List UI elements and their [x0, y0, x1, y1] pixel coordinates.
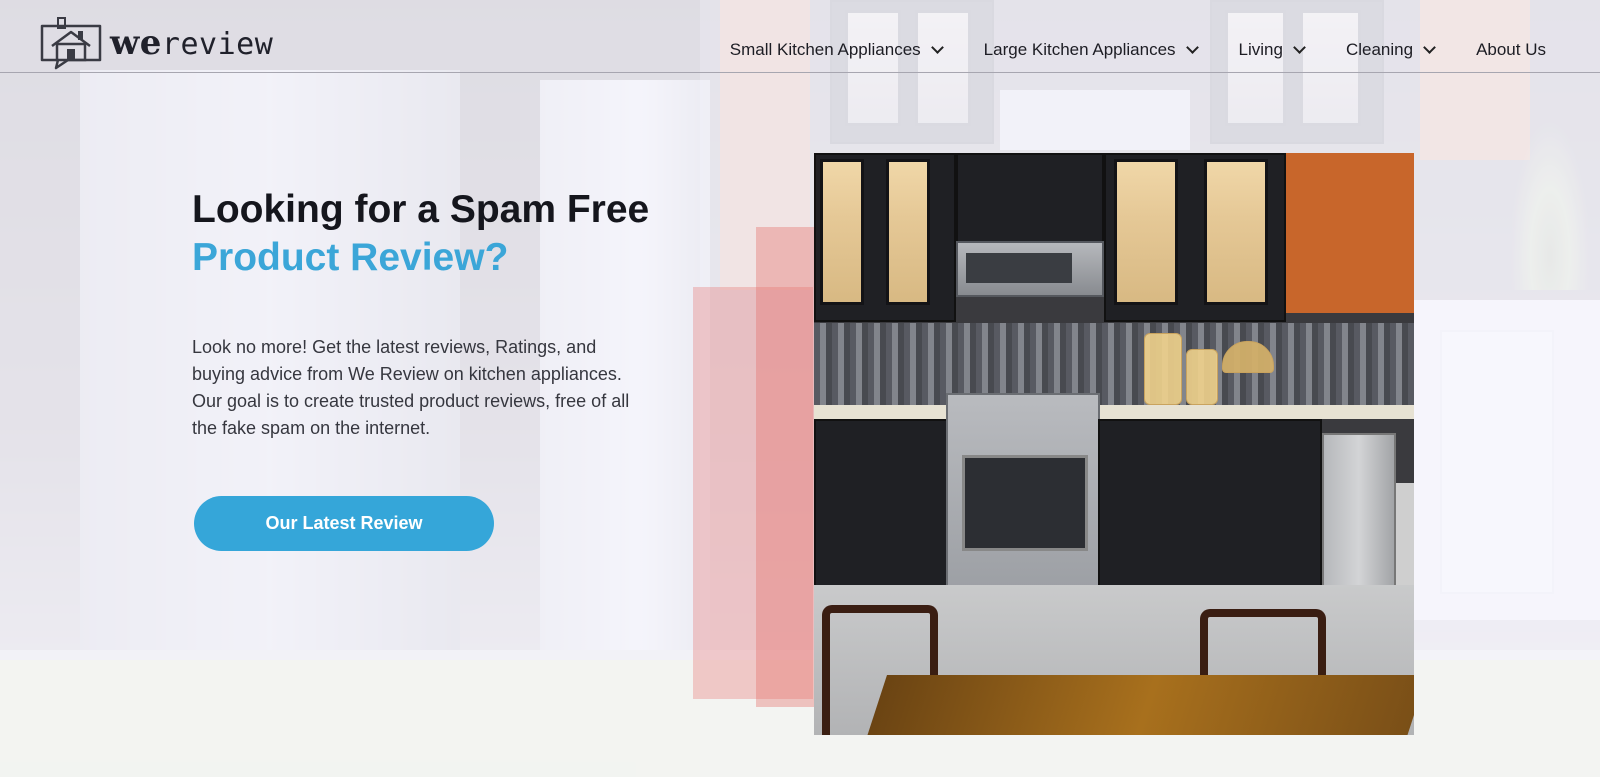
nav-item-label: Large Kitchen Appliances [983, 40, 1176, 59]
chevron-down-icon [1293, 41, 1306, 54]
accent-panel [756, 227, 816, 707]
chevron-down-icon [1185, 41, 1199, 54]
brand-name-rest: review [161, 27, 274, 62]
nav-item-cleaning[interactable]: Cleaning [1345, 40, 1436, 60]
hero-title-line1: Looking for a Spam Free [192, 188, 650, 231]
brand-name: wereview [110, 23, 273, 63]
brand-name-bold: we [110, 23, 162, 63]
nav-item-label: Cleaning [1345, 40, 1414, 59]
hero-title: Looking for a Spam Free Product Review? [192, 186, 649, 282]
chevron-down-icon [1423, 41, 1436, 54]
nav-item-small-kitchen-appliances[interactable]: Small Kitchen Appliances [729, 40, 944, 60]
hero-title-accent: Product Review? [192, 236, 509, 279]
hero-description: Look no more! Get the latest reviews, Ra… [192, 337, 630, 438]
latest-review-button[interactable]: Our Latest Review [194, 496, 494, 551]
nav-item-label: Small Kitchen Appliances [729, 40, 921, 59]
nav-item-large-kitchen-appliances[interactable]: Large Kitchen Appliances [983, 40, 1199, 60]
nav-item-living[interactable]: Living [1238, 40, 1306, 60]
nav-item-about-us[interactable]: About Us [1476, 40, 1546, 60]
chevron-down-icon [930, 41, 944, 54]
site-header: wereview Small Kitchen Appliances Large … [0, 0, 1600, 73]
main-nav: Small Kitchen Appliances Large Kitchen A… [730, 40, 1546, 60]
site-logo[interactable]: wereview [38, 16, 273, 70]
kitchen-photo [814, 153, 1414, 735]
house-speech-bubble-icon [38, 16, 104, 70]
nav-item-label: About Us [1476, 40, 1546, 59]
nav-item-label: Living [1238, 40, 1283, 59]
